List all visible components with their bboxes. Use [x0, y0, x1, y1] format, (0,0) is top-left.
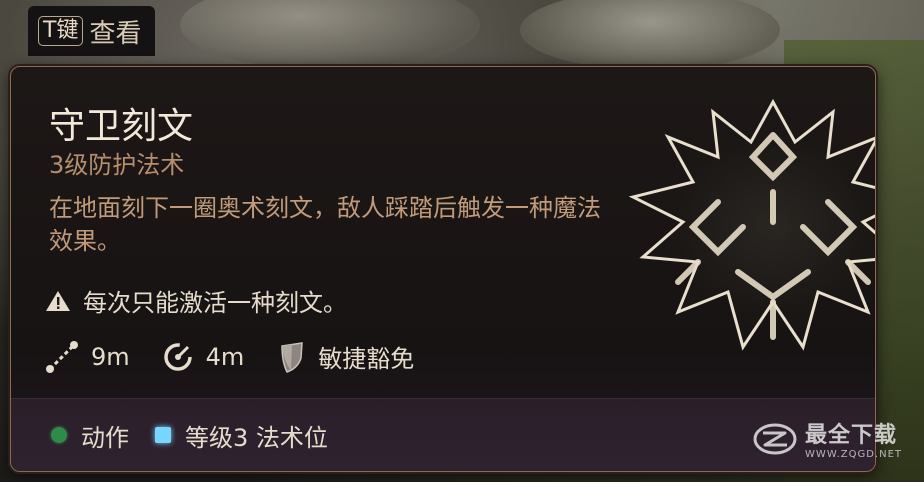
spell-stats: 9m 4m 敏捷豁免	[45, 339, 432, 374]
cost-action-label: 动作	[81, 423, 129, 452]
stat-save: 敏捷豁免	[276, 339, 414, 374]
stat-save-value: 敏捷豁免	[318, 345, 415, 373]
spell-note: 每次只能激活一种刻文。	[45, 283, 347, 318]
watermark-logo-icon	[753, 423, 797, 454]
hotkey-hint[interactable]: T键 查看	[28, 6, 156, 56]
spell-description: 在地面刻下一圈奥术刻文，敌人踩踏后触发一种魔法效果。	[49, 194, 601, 255]
glyph-of-warding-icon	[628, 98, 875, 351]
stat-area-value: 4m	[205, 342, 245, 371]
shield-icon	[281, 341, 304, 373]
spell-level-school: 3级防护法术	[49, 151, 185, 179]
hotkey-key: T键	[38, 16, 84, 46]
stat-range-value: 9m	[91, 342, 130, 371]
background-rock	[180, 0, 480, 70]
spell-cost-bar: 动作 等级3 法术位	[11, 398, 875, 471]
watermark-text: 最全下载	[805, 423, 898, 448]
note-text: 每次只能激活一种刻文。	[83, 289, 347, 317]
cost-spell-slot: 等级3 法术位	[155, 418, 328, 453]
hotkey-label: 查看	[89, 18, 142, 49]
spell-name: 守卫刻文	[49, 106, 194, 147]
cost-action: 动作	[51, 418, 129, 453]
spell-slot-square-icon	[155, 427, 171, 443]
range-ruler-icon	[46, 340, 78, 373]
stat-range: 9m	[45, 340, 130, 374]
spell-tooltip: 守卫刻文 3级防护法术 在地面刻下一圈奥术刻文，敌人踩踏后触发一种魔法效果。 每…	[10, 66, 876, 472]
background-rock	[520, 0, 780, 70]
site-watermark: 最全下载 WWW.ZQGD.NET	[753, 417, 902, 460]
watermark-url: WWW.ZQGD.NET	[805, 449, 902, 460]
stat-area: 4m	[162, 341, 245, 373]
action-dot-icon	[51, 427, 67, 443]
radius-icon	[163, 342, 192, 371]
warning-triangle-icon	[46, 290, 70, 311]
cost-spell-slot-label: 等级3 法术位	[185, 423, 328, 452]
